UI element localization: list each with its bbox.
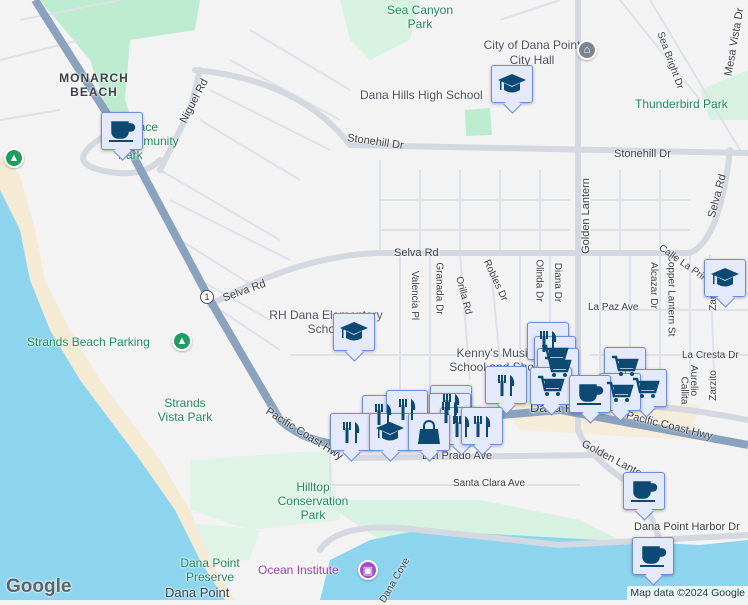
- graduation-cap-icon: [498, 74, 526, 93]
- fork-knife-icon: [474, 416, 491, 437]
- street-label: Aurelio: [688, 364, 700, 397]
- park-strands-vista: Strands Vista Park: [157, 396, 213, 424]
- park-thunderbird: Thunderbird Park: [635, 97, 728, 111]
- school-marker[interactable]: [369, 413, 411, 451]
- street-label: Diana Dr: [552, 262, 564, 303]
- coffee-marker[interactable]: [101, 112, 143, 150]
- school-marker[interactable]: [704, 259, 746, 297]
- shopping-cart-icon: [631, 377, 660, 400]
- street-label: Alcazar Dr: [647, 262, 659, 309]
- fork-knife-icon: [343, 422, 360, 443]
- google-logo[interactable]: Google: [6, 576, 71, 598]
- street-label: Copper Lantern St: [665, 254, 677, 337]
- area-label-dana-point: Dana Point: [165, 585, 230, 600]
- shopping-marker[interactable]: [530, 367, 572, 405]
- street-label: Selva Rd: [394, 247, 439, 259]
- street-label: Santa Clara Ave: [453, 478, 526, 489]
- city-hall-icon[interactable]: ⌂: [577, 40, 597, 60]
- poi-city-hall[interactable]: City of Dana Point City Hall: [482, 38, 582, 68]
- restaurant-marker[interactable]: [461, 407, 503, 445]
- parking-park-icon[interactable]: ▲: [172, 331, 192, 351]
- poi-dana-hills-high-school[interactable]: Dana Hills High School: [360, 88, 483, 102]
- graduation-cap-icon: [340, 322, 368, 341]
- poi-strands-beach-parking[interactable]: Strands Beach Parking: [27, 335, 150, 349]
- street-label: Zarzito: [707, 370, 719, 401]
- street-label: La Cresta Dr: [682, 350, 739, 361]
- park-hilltop-conservation: Hilltop Conservation Park: [277, 480, 349, 522]
- graduation-cap-icon: [711, 268, 739, 287]
- street-label: Callita: [678, 376, 690, 405]
- graduation-cap-icon: [376, 422, 404, 441]
- school-marker[interactable]: [333, 313, 375, 351]
- coffee-marker[interactable]: [632, 537, 674, 575]
- street-label: Golden Lantern: [579, 178, 592, 254]
- restaurant-marker[interactable]: [485, 366, 527, 404]
- coffee-marker[interactable]: [569, 375, 611, 413]
- coffee-cup-icon: [108, 121, 136, 143]
- street-label: Granada Dr: [433, 262, 445, 315]
- poi-ocean-institute[interactable]: Ocean Institute: [258, 563, 339, 577]
- shopping-cart-icon: [605, 381, 634, 404]
- museum-icon[interactable]: ▣: [358, 560, 378, 580]
- park-dana-point-preserve: Dana Point Preserve: [180, 556, 240, 584]
- area-label-monarch-beach: MONARCH BEACH: [59, 71, 129, 99]
- street-label: Valencia Pl: [409, 270, 421, 321]
- street-label: Olinda Dr: [533, 259, 545, 302]
- school-marker[interactable]: [491, 65, 533, 103]
- coffee-cup-icon: [576, 384, 604, 406]
- street-label: Stonehill Dr: [614, 148, 671, 160]
- coffee-cup-icon: [630, 481, 658, 503]
- coffee-cup-icon: [639, 546, 667, 568]
- shopping-bag-icon: [417, 420, 441, 445]
- street-label: La Paz Ave: [588, 302, 639, 313]
- shopping-cart-icon: [536, 375, 565, 398]
- shopping-marker[interactable]: [408, 413, 450, 451]
- route-1-shield: 1: [200, 290, 214, 304]
- park-area: [465, 108, 492, 136]
- fork-knife-icon: [498, 375, 515, 396]
- park-sea-canyon: Sea Canyon Park: [386, 3, 454, 31]
- map-attribution[interactable]: Map data ©2024 Google: [627, 586, 748, 600]
- restaurant-marker[interactable]: [330, 413, 372, 451]
- street-label: Dana Point Harbor Dr: [634, 521, 740, 533]
- park-tree-icon[interactable]: ▲: [4, 148, 24, 168]
- coffee-marker[interactable]: [623, 472, 665, 510]
